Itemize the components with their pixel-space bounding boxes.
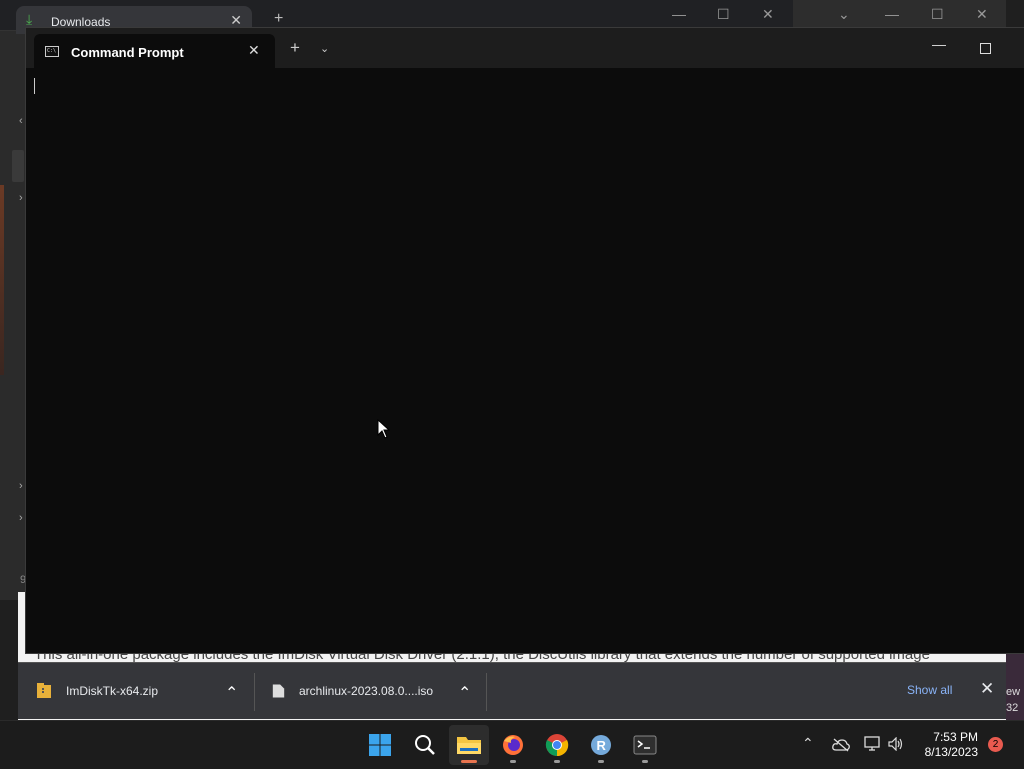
download-icon: ⤓ (26, 11, 33, 27)
cmd-icon (45, 46, 59, 57)
active-indicator (461, 760, 477, 763)
terminal-tab-title: Command Prompt (71, 45, 184, 60)
background-text: ew (1006, 686, 1021, 698)
system-clock[interactable]: 7:53 PM 8/13/2023 (916, 730, 978, 760)
new-tab-icon[interactable]: + (274, 10, 283, 28)
background-image-strip (0, 185, 4, 375)
maximize-icon[interactable]: ☐ (931, 6, 944, 23)
download-filename: ImDiskTk-x64.zip (66, 684, 159, 698)
minimize-icon[interactable]: — (885, 6, 899, 22)
show-all-link[interactable]: Show all (907, 683, 952, 697)
close-icon[interactable]: ✕ (976, 6, 988, 23)
terminal-tab[interactable]: Command Prompt ✕ (34, 34, 275, 68)
clock-time: 7:53 PM (933, 730, 978, 744)
mouse-pointer-icon (377, 419, 391, 439)
taskbar-app-firefox[interactable] (493, 725, 533, 765)
download-filename: archlinux-2023.08.0....iso (299, 684, 434, 698)
folder-icon (457, 737, 481, 754)
running-indicator (554, 760, 560, 763)
running-indicator (598, 760, 604, 763)
running-indicator (642, 760, 648, 763)
minimize-icon[interactable]: — (932, 36, 946, 52)
chevron-up-icon[interactable]: ⌃ (802, 735, 814, 752)
windows-logo-icon (369, 734, 391, 756)
maximize-icon[interactable]: ☐ (717, 6, 730, 23)
taskbar-app-chrome[interactable] (537, 725, 577, 765)
clock-date: 8/13/2023 (924, 745, 978, 759)
minimize-icon[interactable]: — (672, 6, 686, 22)
taskbar-app-file-explorer[interactable] (449, 725, 489, 765)
terminal-icon (633, 735, 657, 755)
close-icon[interactable]: ✕ (980, 679, 994, 699)
search-icon (415, 735, 435, 755)
background-selected-item (12, 150, 24, 182)
network-icon[interactable] (864, 736, 882, 752)
chevron-up-icon[interactable]: ⌃ (225, 683, 238, 703)
background-window-controls: ⌄ — ☐ ✕ (793, 0, 1006, 30)
download-item[interactable]: archlinux-2023.08.0....iso (272, 663, 433, 719)
start-button[interactable] (360, 725, 400, 765)
chevron-up-icon[interactable]: ⌃ (458, 683, 471, 703)
svg-text:R: R (597, 738, 607, 753)
chevron-down-icon[interactable]: ⌄ (838, 6, 850, 23)
running-indicator (510, 760, 516, 763)
separator (486, 673, 487, 711)
separator (254, 673, 255, 711)
cloud-offline-icon[interactable] (832, 738, 850, 752)
close-icon[interactable]: ✕ (762, 6, 774, 23)
zip-file-icon (37, 683, 51, 698)
chevron-down-icon[interactable]: ⌄ (320, 42, 329, 55)
close-icon[interactable]: ✕ (248, 42, 260, 59)
download-shelf: ImDiskTk-x64.zip ⌃ archlinux-2023.08.0..… (18, 662, 1006, 719)
download-item[interactable]: ImDiskTk-x64.zip (36, 663, 158, 719)
taskbar-app-r[interactable]: R (581, 725, 621, 765)
notification-badge[interactable]: 2 (988, 737, 1003, 752)
volume-icon[interactable] (888, 737, 904, 751)
r-app-icon: R (591, 735, 611, 755)
new-tab-icon[interactable]: + (290, 39, 300, 56)
terminal-console[interactable] (26, 68, 1024, 653)
terminal-titlebar[interactable]: Command Prompt ✕ + ⌄ — (26, 28, 1024, 68)
file-icon (272, 684, 285, 698)
text-cursor (34, 78, 35, 94)
taskbar: R ⌃ 7:53 PM 8/13/2023 2 (0, 720, 1024, 769)
command-prompt-window: Command Prompt ✕ + ⌄ — (25, 27, 1024, 654)
taskbar-app-terminal[interactable] (625, 725, 665, 765)
search-button[interactable] (405, 725, 445, 765)
background-text: 32 (1006, 702, 1019, 714)
background-side-panel: ew 32 (1006, 652, 1024, 720)
firefox-icon (503, 735, 523, 755)
maximize-icon[interactable] (980, 43, 991, 54)
chrome-icon (545, 734, 569, 757)
